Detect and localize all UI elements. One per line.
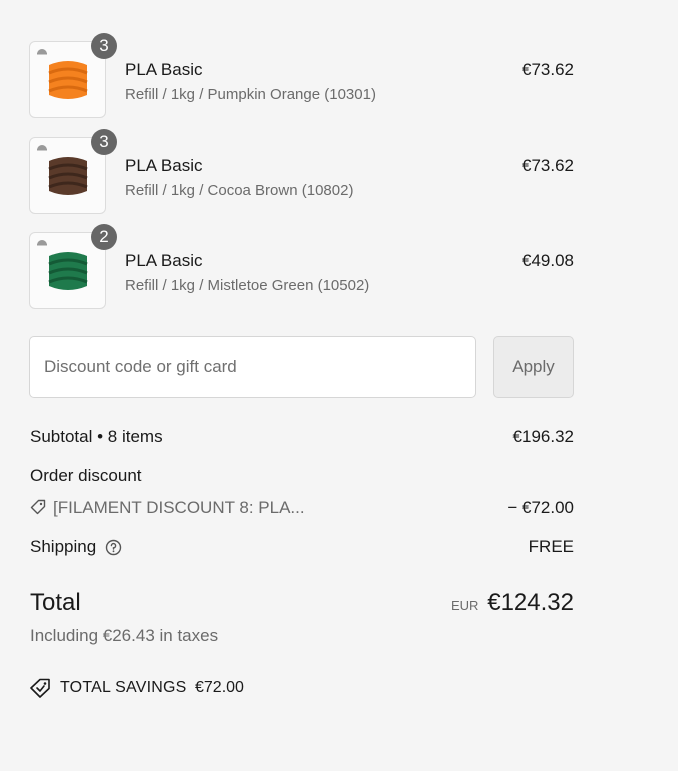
discount-code-input[interactable] (29, 336, 476, 398)
subtotal-value: €196.32 (512, 427, 574, 446)
discount-code-label: [FILAMENT DISCOUNT 8: PLA... (53, 498, 305, 517)
product-title: PLA Basic (125, 156, 203, 175)
tag-icon (30, 499, 46, 515)
product-variant: Refill / 1kg / Cocoa Brown (10802) (125, 182, 354, 199)
product-variant: Refill / 1kg / Pumpkin Orange (10301) (125, 86, 376, 103)
shipping-value: FREE (528, 537, 574, 556)
quantity-badge: 2 (91, 224, 117, 250)
product-price: €49.08 (522, 251, 574, 270)
order-discount-label: Order discount (30, 466, 142, 485)
filament-spool-icon (48, 61, 88, 99)
product-thumbnail: 3 (29, 33, 117, 118)
total-savings-value: €72.00 (195, 679, 244, 696)
brand-logo-icon (37, 49, 47, 55)
discount-value: − €72.00 (507, 498, 574, 517)
product-title: PLA Basic (125, 251, 203, 270)
line-item: 3 PLA Basic Refill / 1kg / Pumpkin Orang… (29, 33, 574, 119)
total-label: Total (30, 589, 81, 616)
product-price: €73.62 (522, 156, 574, 175)
line-item: 3 PLA Basic Refill / 1kg / Cocoa Brown (… (29, 129, 574, 215)
product-variant: Refill / 1kg / Mistletoe Green (10502) (125, 277, 370, 294)
savings-tag-icon (30, 678, 50, 698)
brand-logo-icon (37, 145, 47, 151)
tax-note: Including €26.43 in taxes (30, 626, 219, 645)
filament-spool-icon (48, 157, 88, 195)
filament-spool-icon (48, 252, 88, 290)
subtotal-label: Subtotal • 8 items (30, 427, 163, 446)
product-thumbnail: 3 (29, 129, 117, 214)
product-thumbnail: 2 (29, 224, 117, 309)
apply-button[interactable]: Apply (493, 336, 574, 398)
help-circle-icon[interactable] (105, 539, 122, 556)
quantity-badge: 3 (91, 33, 117, 59)
total-savings-label: TOTAL SAVINGS (60, 679, 187, 696)
brand-logo-icon (37, 240, 47, 246)
currency-code: EUR (451, 598, 479, 613)
product-price: €73.62 (522, 60, 574, 79)
quantity-badge: 3 (91, 129, 117, 155)
product-title: PLA Basic (125, 60, 203, 79)
line-item: 2 PLA Basic Refill / 1kg / Mistletoe Gre… (29, 224, 574, 310)
shipping-label: Shipping (30, 537, 97, 556)
total-value: €124.32 (487, 589, 574, 616)
